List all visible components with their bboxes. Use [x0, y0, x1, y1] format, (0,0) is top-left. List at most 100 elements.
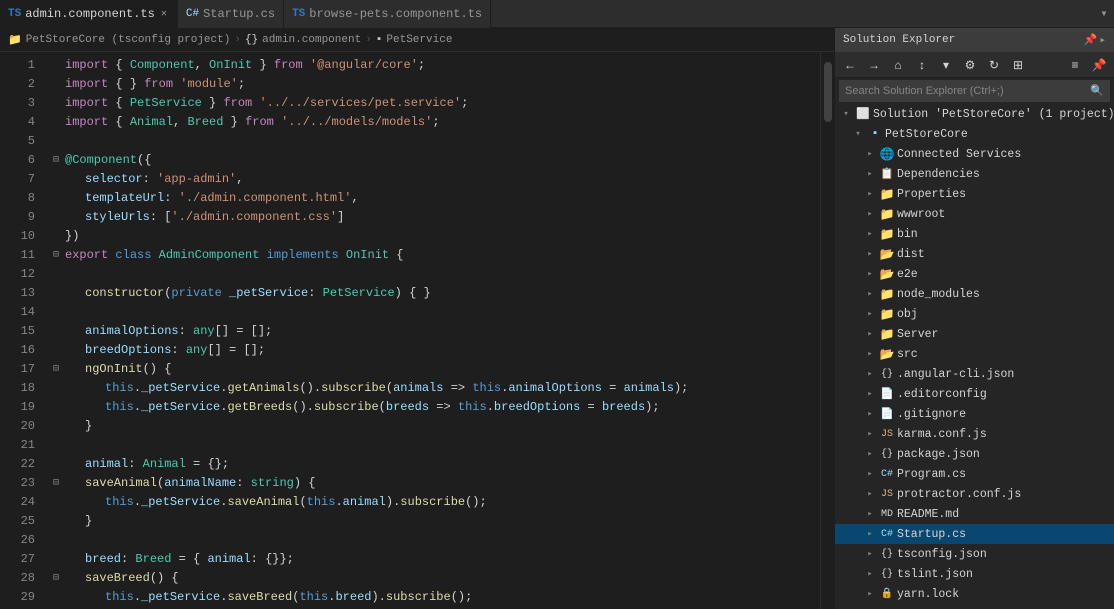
tree-arrow[interactable]: ▸ — [863, 429, 877, 439]
tree-item-label-connected: Connected Services — [897, 148, 1021, 161]
tree-item-properties[interactable]: ▸📁Properties — [835, 184, 1114, 204]
tree-item-project[interactable]: ▾▪PetStoreCore — [835, 124, 1114, 144]
tree-item-label-obj: obj — [897, 308, 918, 321]
collapse-arrow[interactable]: ⊟ — [53, 569, 65, 588]
tree-arrow[interactable]: ▸ — [863, 169, 877, 179]
home-button[interactable]: ⌂ — [887, 55, 909, 75]
tree-item-icon-yarn: 🔒 — [879, 586, 895, 602]
pin-icon[interactable]: 📌 — [1084, 33, 1098, 47]
collapse-arrow[interactable]: ⊟ — [53, 246, 65, 265]
scrollbar-thumb[interactable] — [824, 62, 832, 122]
tree-arrow[interactable]: ▸ — [863, 309, 877, 319]
tree-arrow[interactable]: ▸ — [863, 289, 877, 299]
tree-arrow[interactable]: ▸ — [863, 569, 877, 579]
refresh-button[interactable]: ↻ — [983, 55, 1005, 75]
tree-item-label-bin: bin — [897, 228, 918, 241]
tree-item-package[interactable]: ▸{}package.json — [835, 444, 1114, 464]
scrollbar[interactable] — [820, 52, 834, 609]
tree-arrow[interactable]: ▸ — [863, 589, 877, 599]
tab-startup[interactable]: C# Startup.cs — [178, 0, 284, 28]
tab-arrow[interactable]: ▾ — [1094, 0, 1114, 28]
tree-arrow[interactable]: ▸ — [863, 529, 877, 539]
tree-arrow[interactable]: ▸ — [863, 329, 877, 339]
tree-arrow[interactable]: ▸ — [863, 369, 877, 379]
collapse-arrow[interactable]: ⊟ — [53, 474, 65, 493]
tree-arrow[interactable]: ▸ — [863, 409, 877, 419]
arrow-icon[interactable]: ▸ — [1099, 33, 1106, 47]
tree-item-wwwroot[interactable]: ▸📁wwwroot — [835, 204, 1114, 224]
pin-button[interactable]: 📌 — [1088, 55, 1110, 75]
filter-button[interactable]: ⊞ — [1007, 55, 1029, 75]
tree-item-gitignore[interactable]: ▸📄.gitignore — [835, 404, 1114, 424]
code-line-10: }) — [53, 227, 820, 246]
tree-arrow[interactable]: ▸ — [863, 489, 877, 499]
tree-item-startup[interactable]: ▸C#Startup.cs — [835, 524, 1114, 544]
tree-item-src[interactable]: ▸📂src — [835, 344, 1114, 364]
tree-arrow[interactable]: ▾ — [851, 129, 865, 139]
tree-arrow[interactable]: ▸ — [863, 149, 877, 159]
sync-button[interactable]: ↕ — [911, 55, 933, 75]
tree-arrow[interactable]: ▸ — [863, 449, 877, 459]
breadcrumb: 📁 PetStoreCore (tsconfig project) › {} a… — [0, 28, 834, 52]
tree-item-readme[interactable]: ▸MDREADME.md — [835, 504, 1114, 524]
collapse-arrow[interactable]: ⊟ — [53, 360, 65, 379]
forward-button[interactable]: → — [863, 55, 885, 75]
tree-arrow[interactable]: ▸ — [863, 189, 877, 199]
tree-arrow[interactable]: ▸ — [863, 269, 877, 279]
tree-arrow[interactable]: ▸ — [863, 349, 877, 359]
back-button[interactable]: ← — [839, 55, 861, 75]
code-line-26 — [53, 531, 820, 550]
tree-item-label-karma: karma.conf.js — [897, 428, 987, 441]
code-content[interactable]: import { Component, OnInit } from '@angu… — [45, 52, 820, 609]
breadcrumb-member[interactable]: ▪ PetService — [376, 34, 453, 46]
breadcrumb-member-label: PetService — [386, 34, 452, 46]
collapse-button[interactable]: ▾ — [935, 55, 957, 75]
tree-arrow[interactable]: ▸ — [863, 389, 877, 399]
tab-admin[interactable]: TS admin.component.ts ✕ — [0, 0, 178, 28]
tree-item-karma[interactable]: ▸JSkarma.conf.js — [835, 424, 1114, 444]
tree-item-obj[interactable]: ▸📁obj — [835, 304, 1114, 324]
settings-button[interactable]: ⚙ — [959, 55, 981, 75]
code-line-21 — [53, 436, 820, 455]
tree-item-tslint[interactable]: ▸{}tslint.json — [835, 564, 1114, 584]
tree-arrow[interactable]: ▸ — [863, 209, 877, 219]
tree-item-tsconfig[interactable]: ▸{}tsconfig.json — [835, 544, 1114, 564]
tree-item-editorconfig[interactable]: ▸📄.editorconfig — [835, 384, 1114, 404]
tree-item-connected[interactable]: ▸🌐Connected Services — [835, 144, 1114, 164]
tree-arrow[interactable]: ▸ — [863, 229, 877, 239]
collapse-arrow[interactable]: ⊟ — [53, 151, 65, 170]
main-layout: 📁 PetStoreCore (tsconfig project) › {} a… — [0, 28, 1114, 609]
code-line-9: styleUrls: ['./admin.component.css'] — [53, 208, 820, 227]
tree-item-e2e[interactable]: ▸📂e2e — [835, 264, 1114, 284]
tree-item-yarn[interactable]: ▸🔒yarn.lock — [835, 584, 1114, 604]
tree-arrow[interactable]: ▸ — [863, 549, 877, 559]
tree-item-dist[interactable]: ▸📂dist — [835, 244, 1114, 264]
search-box[interactable]: 🔍 — [839, 80, 1110, 102]
tree-item-icon-dependencies: 📋 — [879, 166, 895, 182]
tree-arrow[interactable]: ▾ — [839, 109, 853, 119]
tree-arrow[interactable]: ▸ — [863, 469, 877, 479]
tab-browse[interactable]: TS browse-pets.component.ts — [284, 0, 491, 28]
tree-item-solution[interactable]: ▾⬜Solution 'PetStoreCore' (1 project) — [835, 104, 1114, 124]
ts-icon: TS — [292, 8, 305, 20]
breadcrumb-project[interactable]: 📁 PetStoreCore (tsconfig project) — [8, 33, 230, 47]
more-button[interactable]: ≡ — [1064, 55, 1086, 75]
tree-item-angular-cli[interactable]: ▸{}.angular-cli.json — [835, 364, 1114, 384]
tree-item-dependencies[interactable]: ▸📋Dependencies — [835, 164, 1114, 184]
tree-item-node_modules[interactable]: ▸📁node_modules — [835, 284, 1114, 304]
tab-bar: TS admin.component.ts ✕ C# Startup.cs TS… — [0, 0, 1114, 28]
tree-arrow[interactable]: ▸ — [863, 509, 877, 519]
tree-item-icon-editorconfig: 📄 — [879, 386, 895, 402]
breadcrumb-symbol[interactable]: {} admin.component — [245, 34, 361, 46]
tree-item-server[interactable]: ▸📁Server — [835, 324, 1114, 344]
tree-item-protractor[interactable]: ▸JSprotractor.conf.js — [835, 484, 1114, 504]
tree-item-icon-node_modules: 📁 — [879, 286, 895, 302]
code-line-27: breed: Breed = { animal: {}}; — [53, 550, 820, 569]
tree-item-label-program: Program.cs — [897, 468, 966, 481]
tree-item-bin[interactable]: ▸📁bin — [835, 224, 1114, 244]
tree-item-program[interactable]: ▸C#Program.cs — [835, 464, 1114, 484]
code-line-28: ⊟saveBreed() { — [53, 569, 820, 588]
search-input[interactable] — [845, 85, 1090, 97]
tree-arrow[interactable]: ▸ — [863, 249, 877, 259]
close-icon[interactable]: ✕ — [159, 7, 169, 21]
